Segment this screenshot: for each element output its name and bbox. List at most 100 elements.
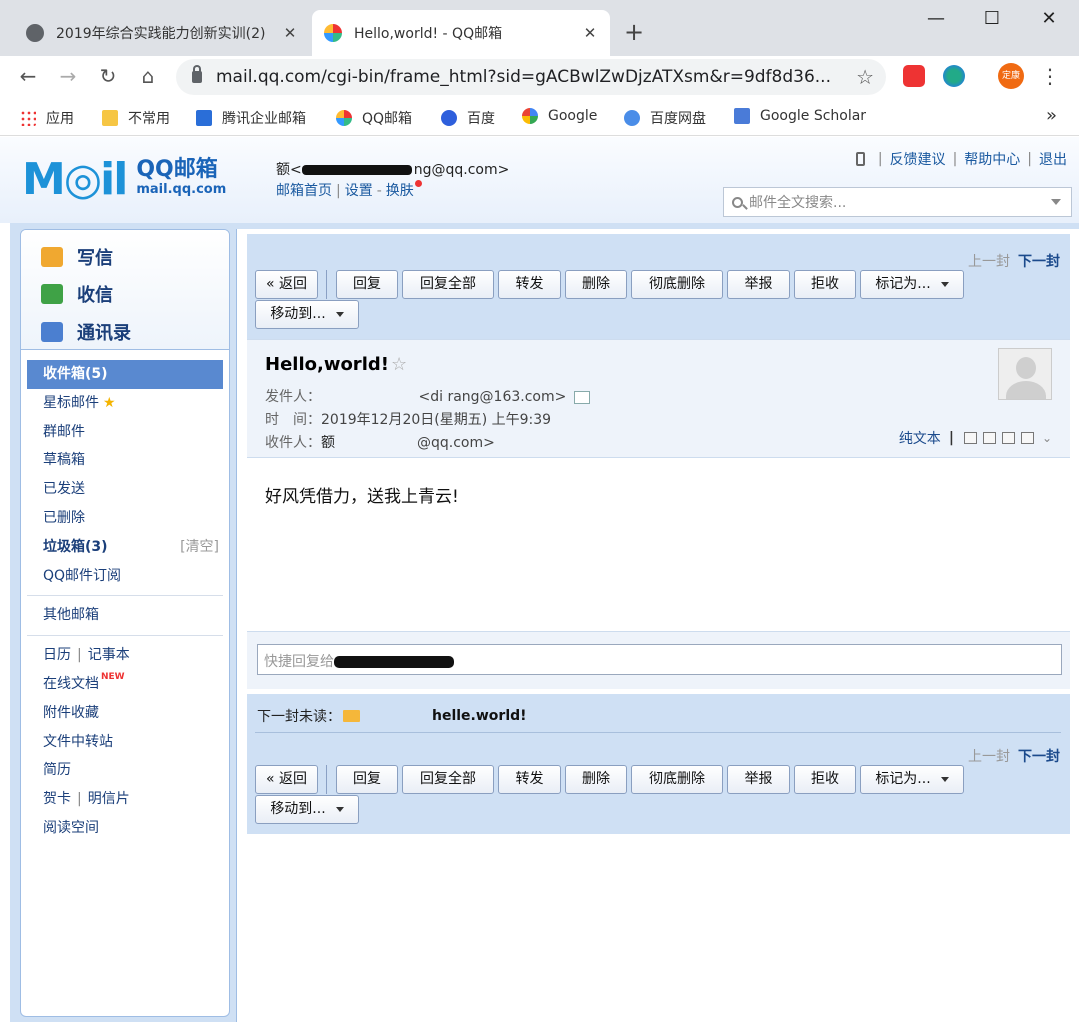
mark-as-dropdown[interactable]: 标记为... [860,270,964,299]
tab-qqmail[interactable]: Hello,world! - QQ邮箱 ✕ [312,10,610,56]
reply-button[interactable]: 回复 [336,270,398,299]
bookmark-exmail[interactable]: 腾讯企业邮箱 [196,108,306,128]
bookmark-star-icon[interactable]: ☆ [856,65,874,89]
next-mail-link[interactable]: 下一封 [1018,749,1060,765]
notes-link[interactable]: 记事本 [88,647,130,663]
report-button[interactable]: 举报 [727,270,790,299]
prev-mail-link[interactable]: 上一封 [968,749,1010,765]
mobile-phone-icon[interactable] [855,152,865,166]
tab-course[interactable]: 2019年综合实践能力创新实训(2) ✕ [14,10,310,56]
bookmark-baidu[interactable]: 百度 [441,108,495,128]
mark-as-dropdown[interactable]: 标记为... [860,765,964,794]
compose-button[interactable]: 写信 [41,244,113,270]
bookmark-label: 百度网盘 [650,111,706,127]
settings-link[interactable]: 设置 [345,183,373,199]
save-icon[interactable] [1001,432,1015,444]
quick-reply-input[interactable]: 快捷回复给 [257,644,1062,675]
mail-body: 好风凭借力，送我上青云! [265,487,459,507]
home-icon[interactable]: ⌂ [136,64,160,88]
forward-button[interactable]: 转发 [498,270,561,299]
extension-icon[interactable] [903,65,925,87]
reject-button[interactable]: 拒收 [794,270,856,299]
sidebar-item-resume[interactable]: 简历 [21,756,229,785]
sidebar-item-starred[interactable]: 星标邮件 ★ [21,389,229,418]
profile-avatar[interactable]: 定康 [998,63,1024,89]
bookmark-baidu-pan[interactable]: 百度网盘 [624,108,706,128]
sidebar-item-docs[interactable]: 在线文档 NEW [21,670,229,699]
reject-button[interactable]: 拒收 [794,765,856,794]
clear-spam-link[interactable]: [清空] [180,533,219,562]
greeting-card-link[interactable]: 贺卡 [43,791,71,807]
mail-home-link[interactable]: 邮箱首页 [276,183,332,199]
prev-mail-link[interactable]: 上一封 [968,254,1010,270]
new-window-icon[interactable] [963,432,977,444]
menu-kebab-icon[interactable]: ⋮ [1040,64,1060,88]
help-center-link[interactable]: 帮助中心 [964,149,1020,169]
sidebar-item-deleted[interactable]: 已删除 [21,504,229,533]
delete-button[interactable]: 删除 [565,270,627,299]
close-tab-icon[interactable]: ✕ [282,24,298,42]
address-bar[interactable]: mail.qq.com/cgi-bin/frame_html?sid=gACBw… [176,59,886,95]
reply-all-button[interactable]: 回复全部 [402,765,494,794]
contacts-button[interactable]: 通讯录 [41,319,131,345]
feedback-link[interactable]: 反馈建议 [890,149,946,169]
forward-button[interactable]: 转发 [498,765,561,794]
sidebar-item-spam[interactable]: 垃圾箱(3) [清空] [21,533,229,562]
delete-permanently-button[interactable]: 彻底删除 [631,765,723,794]
forward-arrow-icon[interactable]: → [56,64,80,88]
skin-link[interactable]: 换肤 [386,183,414,199]
bookmark-apps[interactable]: 应用 [20,108,74,128]
sidebar-item-group[interactable]: 群邮件 [21,418,229,447]
sender-avatar[interactable] [998,348,1052,400]
move-to-dropdown[interactable]: 移动到... [255,300,359,329]
recipient-name[interactable]: 额 [321,435,335,451]
bookmark-google[interactable]: Google [522,108,597,124]
report-button[interactable]: 举报 [727,765,790,794]
sidebar-item-subscribe[interactable]: QQ邮件订阅 [21,562,229,591]
sidebar-item-reading[interactable]: 阅读空间 [21,814,229,843]
next-mail-link[interactable]: 下一封 [1018,254,1060,270]
move-to-dropdown[interactable]: 移动到... [255,795,359,824]
contact-card-icon[interactable] [574,390,591,404]
print-icon[interactable] [1020,432,1034,444]
extension-globe-icon[interactable] [943,65,965,87]
back-button[interactable]: « 返回 [255,270,318,299]
url-text[interactable]: mail.qq.com/cgi-bin/frame_html?sid=gACBw… [216,67,846,87]
back-arrow-icon[interactable]: ← [16,64,40,88]
bookmark-uncommon[interactable]: 不常用 [102,108,170,128]
chevron-down-icon[interactable]: ⌄ [1042,431,1052,445]
sidebar-item-attachments[interactable]: 附件收藏 [21,699,229,728]
star-outline-icon[interactable]: ☆ [391,354,407,375]
close-window-button[interactable]: ✕ [1034,8,1064,29]
bookmark-google-scholar[interactable]: Google Scholar [734,108,866,124]
minimize-button[interactable]: — [921,8,951,29]
account-prefix: 额< [276,162,302,178]
notes-icon[interactable] [982,432,996,444]
sidebar-item-inbox[interactable]: 收件箱(5) [27,360,223,389]
plain-text-link[interactable]: 纯文本 [899,428,941,448]
postcard-link[interactable]: 明信片 [88,791,130,807]
close-tab-icon[interactable]: ✕ [582,24,598,42]
delete-permanently-button[interactable]: 彻底删除 [631,270,723,299]
receive-button[interactable]: 收信 [41,281,113,307]
bookmark-qqmail[interactable]: QQ邮箱 [336,108,412,128]
new-tab-button[interactable]: + [624,18,644,46]
sender-name-redacted[interactable] [321,389,418,405]
reply-button[interactable]: 回复 [336,765,398,794]
reload-icon[interactable]: ↻ [96,64,120,88]
maximize-button[interactable]: ☐ [977,8,1007,29]
sidebar-item-sent[interactable]: 已发送 [21,475,229,504]
sidebar-item-other-mailbox[interactable]: 其他邮箱 [21,601,229,630]
mail-search-input[interactable]: 邮件全文搜索... [723,187,1072,217]
more-bookmarks-button[interactable]: » [1046,105,1057,126]
qqmail-logo[interactable]: M◎il QQ邮箱 mail.qq.com [22,155,226,205]
logout-link[interactable]: 退出 [1039,149,1067,169]
next-unread-subject[interactable]: helle.world! [432,708,527,724]
chevron-down-icon[interactable] [1051,199,1061,205]
reply-all-button[interactable]: 回复全部 [402,270,494,299]
sidebar-item-transfer[interactable]: 文件中转站 [21,728,229,757]
sidebar-item-drafts[interactable]: 草稿箱 [21,446,229,475]
delete-button[interactable]: 删除 [565,765,627,794]
back-button[interactable]: « 返回 [255,765,318,794]
calendar-link[interactable]: 日历 [43,647,71,663]
